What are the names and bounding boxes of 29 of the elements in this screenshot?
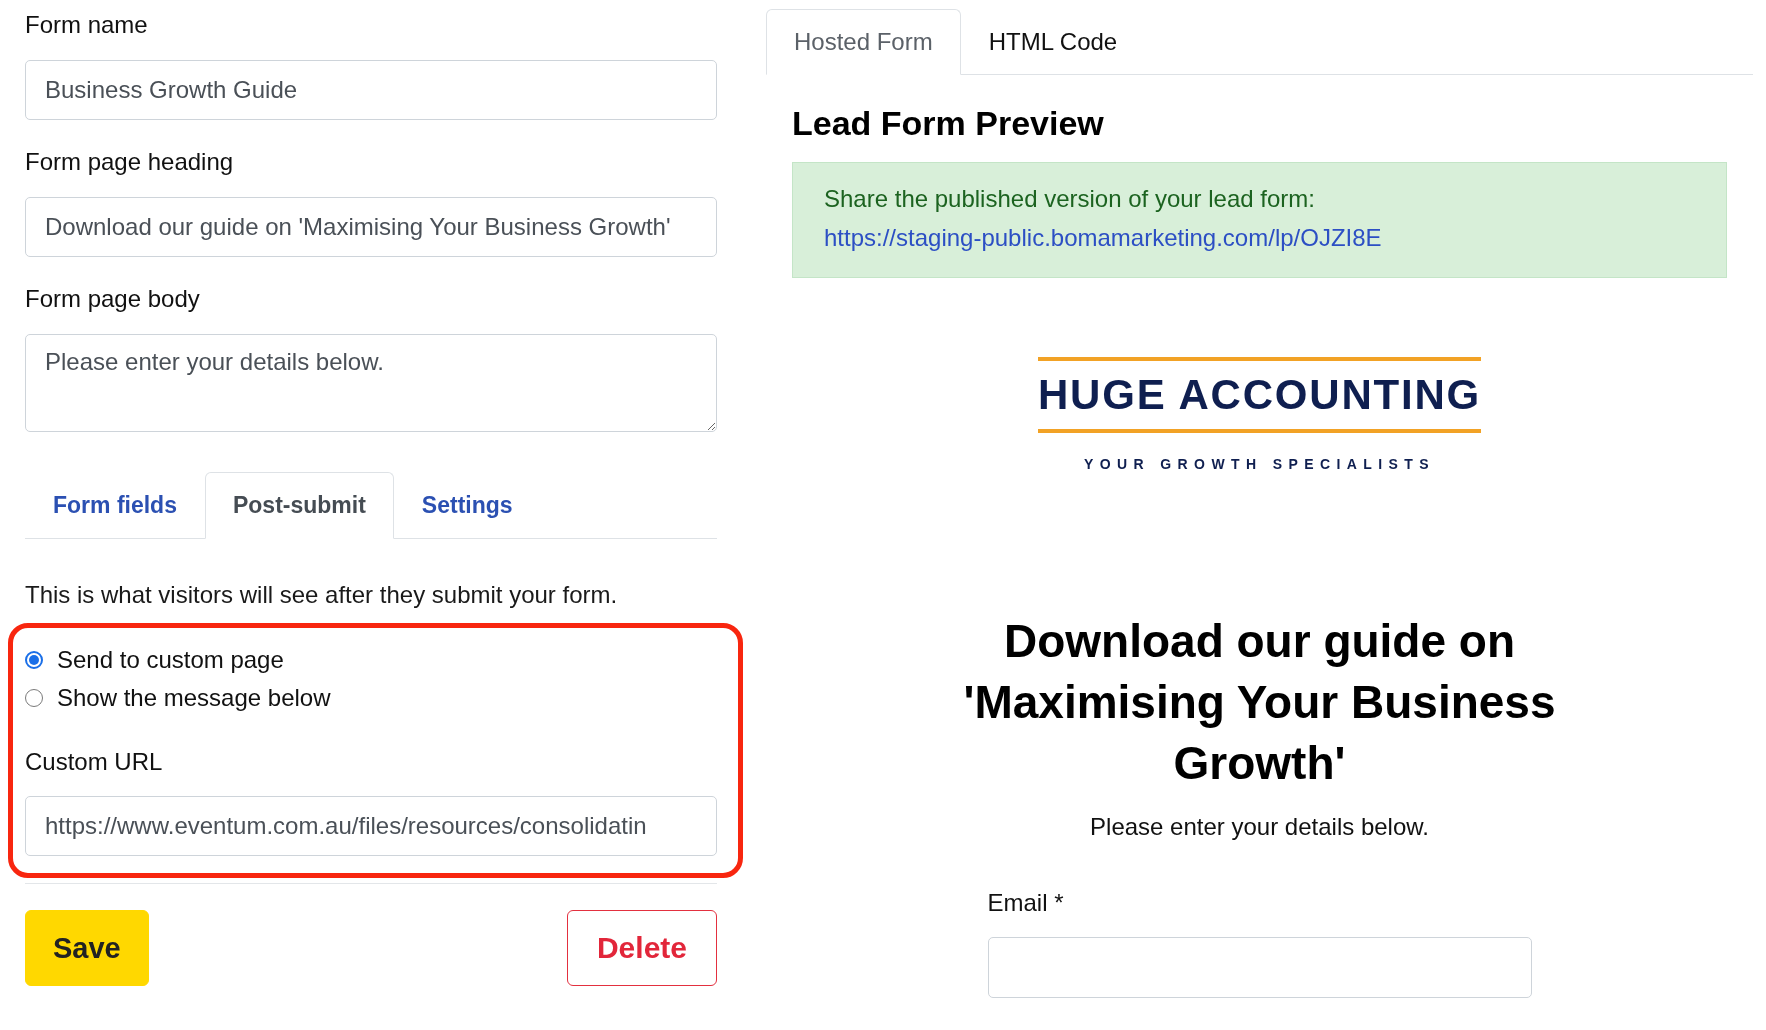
url-field[interactable]: https://www.eventum.com.au/files/resources/consolidatin [25,796,717,856]
field-label: Form page body [25,284,201,314]
tab[interactable]: Form fields [25,472,205,539]
save-button[interactable]: Save [25,910,149,986]
radio-label[interactable]: Show the message below [57,681,331,715]
tab[interactable]: Settings [393,472,541,539]
tab[interactable]: Hosted Form [766,9,961,75]
text-field[interactable]: Business Growth Guide [25,60,717,120]
description-text: This is what visitors will see after they submit your form. [25,580,619,610]
field-label: Custom URL [25,747,164,777]
textarea-field[interactable]: Please enter your details below. [25,334,717,432]
field-label: Form name [25,10,149,40]
logo-tagline: YOUR GROWTH SPECIALISTS [1084,455,1435,474]
radio-label[interactable]: Send to custom page [57,643,284,677]
tab[interactable]: HTML Code [960,9,1146,75]
tab[interactable]: Post-submit [204,472,394,539]
delete-button[interactable]: Delete [566,910,717,986]
form-heading: Download our guide on 'Maximising Your Business Growth' [962,614,1557,791]
logo-wordmark: HUGE ACCOUNTING [1037,357,1482,433]
form-body-text: Please enter your details below. [1090,812,1429,842]
email-field[interactable] [987,937,1532,998]
notice-text: Share the published version of your lead form: [824,184,1315,214]
text-field[interactable]: Download our guide on 'Maximising Your Business Growth' [25,197,717,257]
radio-button[interactable] [25,689,43,707]
share-link[interactable]: https://staging-public.bomamarketing.com/lp/OJZI8E [824,218,1382,257]
radio-button[interactable] [25,651,43,669]
field-label: Email * [987,888,1064,918]
preview-title: Lead Form Preview [792,103,1105,143]
field-label: Form page heading [25,147,235,177]
